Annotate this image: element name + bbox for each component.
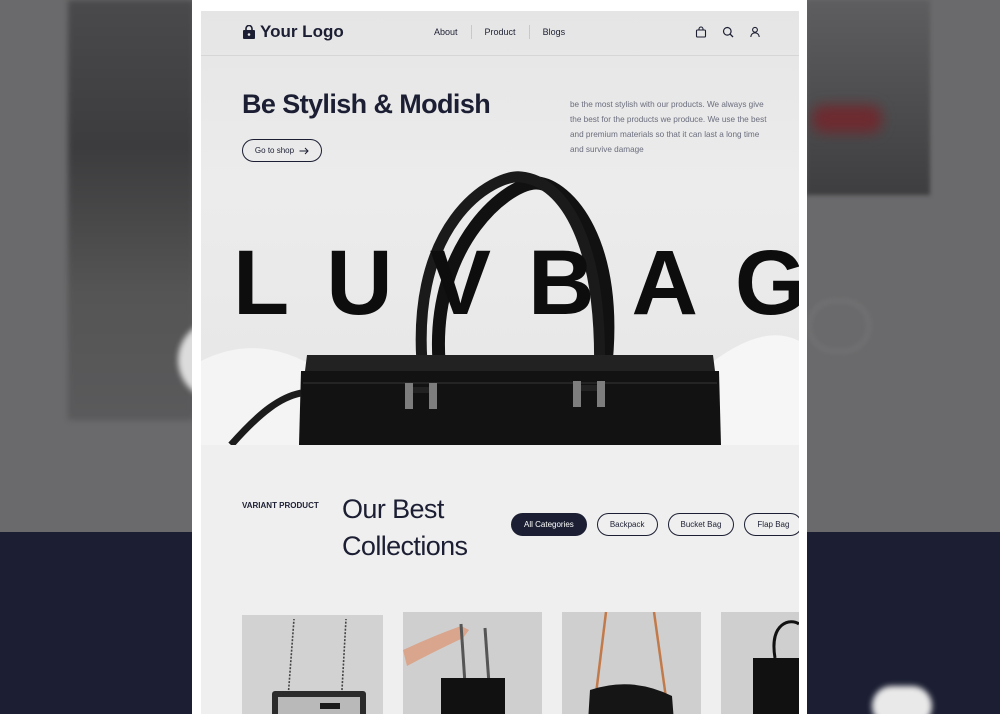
product-image-chain-bag bbox=[272, 618, 366, 714]
background-photo-right bbox=[806, 0, 930, 195]
product-image-tote-bag bbox=[403, 623, 505, 714]
section-title-line: Our Best bbox=[342, 494, 444, 524]
background-photo-left bbox=[68, 0, 194, 420]
filter-flap-bag[interactable]: Flap Bag bbox=[744, 513, 799, 536]
user-icon[interactable] bbox=[749, 26, 761, 38]
background-shape bbox=[872, 686, 932, 714]
go-to-shop-label: Go to shop bbox=[254, 146, 295, 155]
filter-all-categories[interactable]: All Categories bbox=[511, 513, 587, 536]
product-card[interactable] bbox=[242, 615, 383, 714]
background-shape bbox=[812, 105, 882, 133]
product-image-shoulder-bag bbox=[588, 612, 674, 714]
hero-section: Your Logo About Product Blogs Be Stylish… bbox=[201, 11, 799, 445]
nav-link-about[interactable]: About bbox=[421, 25, 472, 39]
webpage-card: Your Logo About Product Blogs Be Stylish… bbox=[192, 0, 807, 714]
filter-bucket-bag[interactable]: Bucket Bag bbox=[667, 513, 735, 536]
nav-link-product[interactable]: Product bbox=[472, 25, 530, 39]
background-shape bbox=[808, 300, 870, 352]
category-filters: All Categories Backpack Bucket Bag Flap … bbox=[511, 513, 799, 536]
product-card[interactable] bbox=[562, 612, 701, 714]
landing-page: Your Logo About Product Blogs Be Stylish… bbox=[201, 11, 799, 714]
search-icon[interactable] bbox=[722, 26, 734, 38]
section-tag: VARIANT PRODUCT bbox=[242, 501, 319, 510]
product-card[interactable] bbox=[721, 612, 799, 714]
hero-title: Be Stylish & Modish bbox=[242, 89, 491, 119]
logo-text: Your Logo bbox=[260, 22, 344, 41]
nav-icon-group bbox=[695, 26, 761, 38]
logo[interactable]: Your Logo bbox=[242, 22, 344, 42]
arrow-right-icon bbox=[299, 147, 309, 154]
product-card[interactable] bbox=[403, 612, 542, 714]
nav-link-blogs[interactable]: Blogs bbox=[530, 25, 579, 39]
section-title-line: Collections bbox=[342, 531, 468, 561]
product-image-bucket-bag bbox=[753, 620, 799, 714]
navbar: Your Logo About Product Blogs bbox=[201, 11, 799, 56]
hero-description: be the most stylish with our products. W… bbox=[570, 100, 767, 154]
cart-bag-icon[interactable] bbox=[695, 26, 707, 38]
filter-backpack[interactable]: Backpack bbox=[596, 513, 658, 536]
section-title: Our Best Collections bbox=[342, 491, 468, 565]
brand-wordmark: LUVBAG bbox=[233, 232, 799, 334]
nav-menu: About Product Blogs bbox=[421, 25, 578, 39]
go-to-shop-button[interactable]: Go to shop bbox=[242, 139, 322, 162]
shopping-bag-icon bbox=[243, 24, 255, 39]
